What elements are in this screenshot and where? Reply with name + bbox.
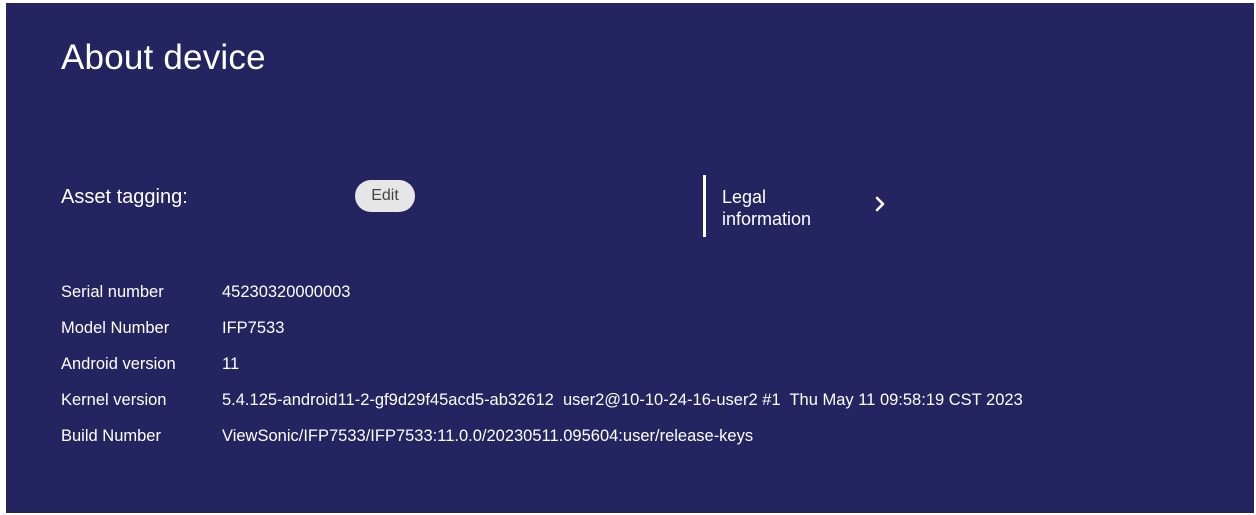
asset-tagging-label: Asset tagging:	[61, 186, 188, 208]
info-key: Build Number	[61, 427, 161, 445]
info-key: Serial number	[61, 283, 164, 301]
legal-information-link[interactable]: Legal information	[722, 186, 902, 230]
info-value: 11	[222, 355, 240, 373]
info-value: IFP7533	[222, 319, 285, 337]
info-key: Kernel version	[61, 391, 167, 409]
page-title: About device	[61, 38, 266, 77]
info-key: Android version	[61, 355, 176, 373]
info-value: 5.4.125-android11-2-gf9d29f45acd5-ab3261…	[222, 391, 1023, 409]
settings-panel: About device Asset tagging: Edit Legal i…	[6, 3, 1254, 513]
info-key: Model Number	[61, 319, 170, 337]
edit-button[interactable]: Edit	[355, 180, 415, 212]
chevron-right-icon	[875, 196, 885, 212]
info-value: 45230320000003	[222, 283, 351, 301]
divider	[703, 175, 706, 237]
info-value: ViewSonic/IFP7533/IFP7533:11.0.0/2023051…	[222, 427, 754, 445]
legal-information-label: Legal information	[722, 187, 812, 229]
